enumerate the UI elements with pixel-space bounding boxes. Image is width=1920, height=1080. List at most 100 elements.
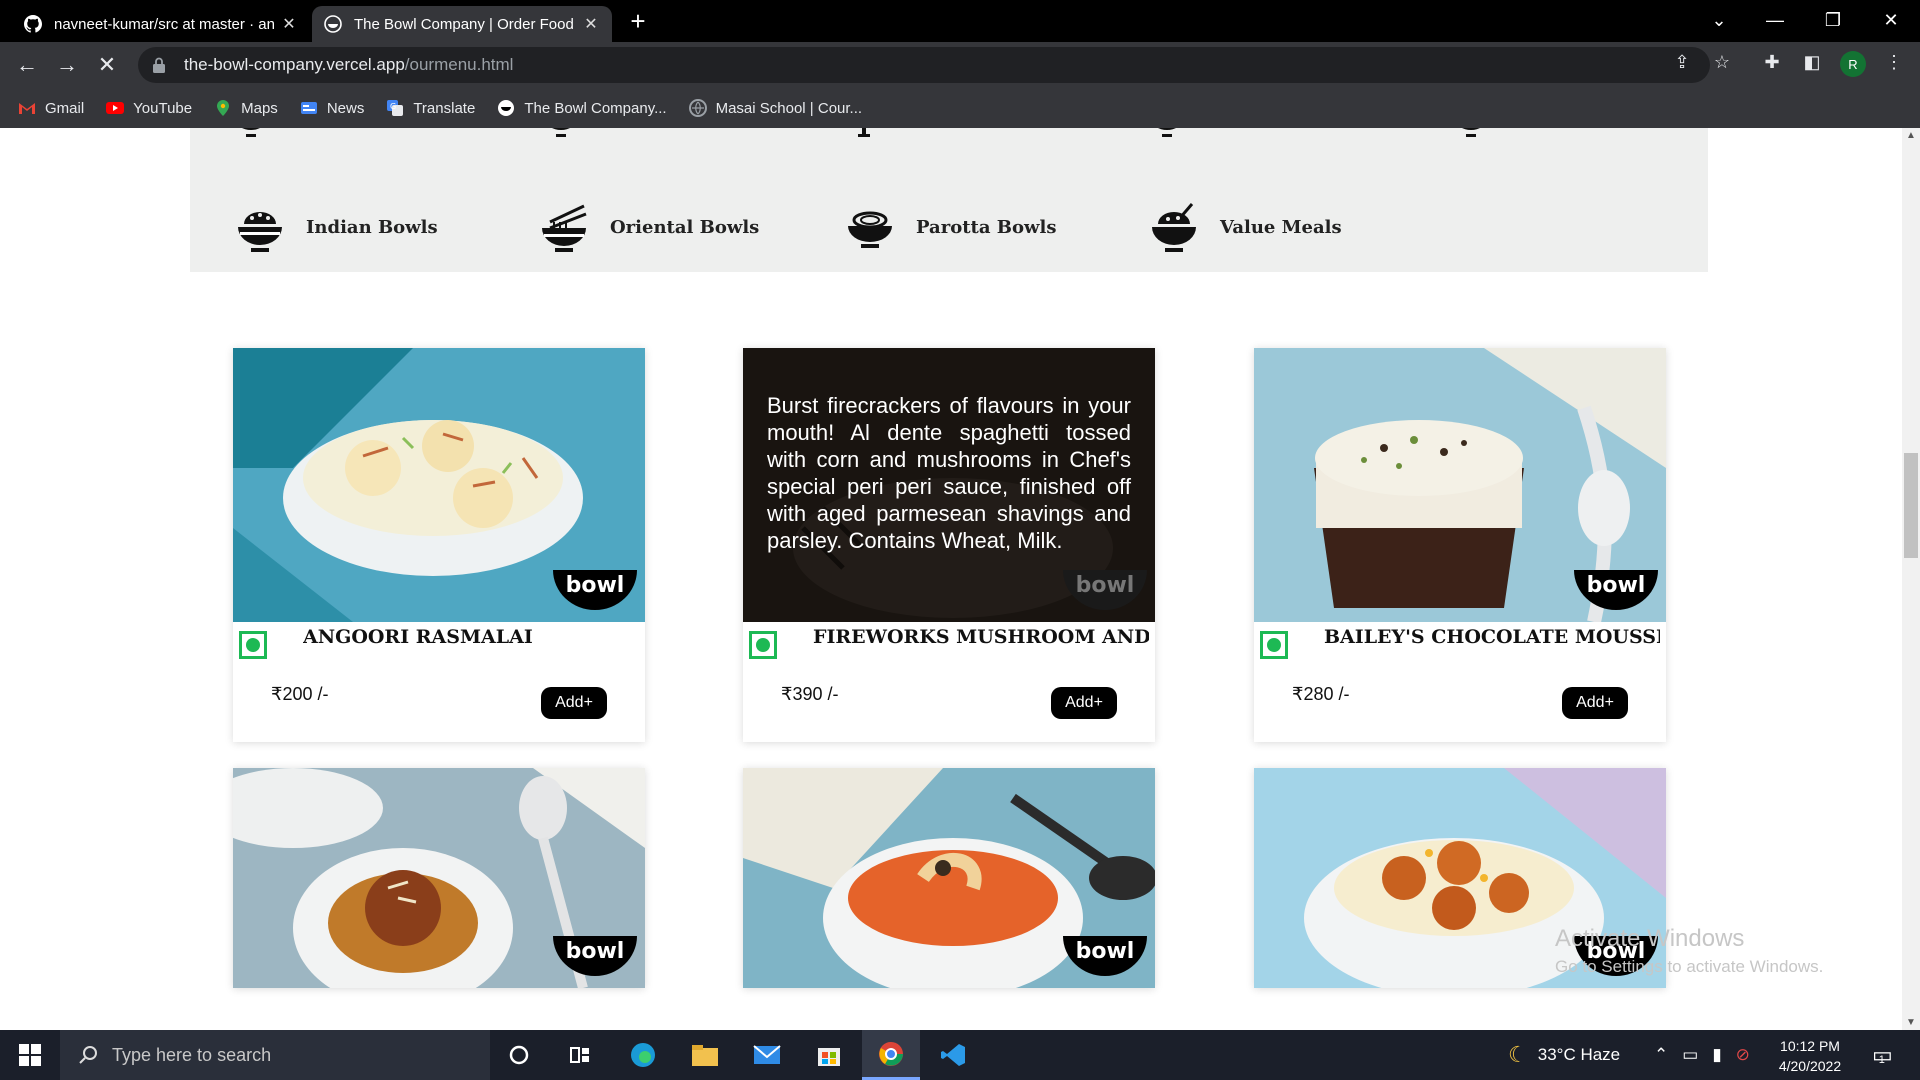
bookmark-bowl-company[interactable]: The Bowl Company... <box>497 99 667 117</box>
tab-search-chevron-icon[interactable]: ⌄ <box>1690 0 1748 40</box>
clock-date: 4/20/2022 <box>1778 1058 1842 1074</box>
cortana-icon[interactable] <box>490 1030 548 1080</box>
translate-icon: G <box>387 100 404 116</box>
bookmark-label: Gmail <box>45 99 85 117</box>
url-host: the-bowl-company.vercel.app <box>184 55 405 74</box>
food-photo-mousse: bowl <box>1254 348 1666 622</box>
folder-icon <box>692 1045 718 1066</box>
maps-icon <box>217 100 230 116</box>
bowl-company-favicon <box>324 15 342 33</box>
restore-button[interactable]: ❐ <box>1804 0 1862 40</box>
bowl-company-logo: bowl <box>1063 936 1147 976</box>
add-to-cart-button[interactable]: Add+ <box>1051 687 1117 719</box>
item-price: ₹280 /- <box>1292 684 1350 704</box>
share-icon[interactable]: ⇪ <box>1670 50 1694 74</box>
search-icon <box>79 1046 97 1064</box>
masai-icon <box>688 99 707 117</box>
file-explorer-icon[interactable] <box>676 1030 734 1080</box>
food-photo-gajar-halwa: bowl <box>743 768 1155 988</box>
category-parotta-bowls[interactable]: Parotta Bowls <box>846 200 1056 254</box>
bookmark-label: The Bowl Company... <box>524 99 667 117</box>
extensions-puzzle-icon[interactable]: ✚ <box>1760 50 1784 74</box>
windows-taskbar: Type here to search ☾ 33°C Haze ⌃ ▭ ▮ ⊘ … <box>0 1030 1920 1080</box>
tab-close-icon[interactable]: ✕ <box>280 14 298 34</box>
vscode-icon[interactable] <box>924 1030 982 1080</box>
notification-center[interactable]: ▭ 1 <box>1872 1030 1893 1080</box>
start-button[interactable] <box>0 1030 60 1080</box>
bookmark-star-icon[interactable]: ☆ <box>1710 50 1734 74</box>
back-button[interactable]: ← <box>12 50 42 80</box>
chrome-taskbar-icon[interactable] <box>862 1030 920 1080</box>
bookmark-gmail[interactable]: Gmail <box>18 99 84 117</box>
windows-activation-watermark: Activate Windows Go to Settings to activ… <box>1555 925 1823 977</box>
vscode-logo-icon <box>941 1044 965 1066</box>
task-view-icon[interactable] <box>551 1030 609 1080</box>
browser-toolbar: ← → ✕ the-bowl-company.vercel.app/ourmen… <box>0 42 1920 88</box>
tab-close-icon[interactable]: ✕ <box>582 14 600 34</box>
logo-text: bowl <box>1076 939 1135 964</box>
weather-text: 33°C Haze <box>1537 1045 1621 1064</box>
tray-chevron-up-icon[interactable]: ⌃ <box>1654 1045 1668 1065</box>
bookmark-label: Maps <box>241 99 278 117</box>
address-bar[interactable]: the-bowl-company.vercel.app/ourmenu.html <box>138 47 1710 83</box>
network-off-icon[interactable]: ⊘ <box>1736 1045 1750 1065</box>
logo-text: bowl <box>1076 573 1135 598</box>
tray-device-icon[interactable]: ▭ <box>1682 1045 1698 1065</box>
menu-card-baileys-mousse[interactable]: bowl BAILEY'S CHOCOLATE MOUSSE ₹280 /- A… <box>1254 348 1666 742</box>
bookmark-youtube[interactable]: YouTube <box>106 99 192 117</box>
category-value-meals[interactable]: Value Meals <box>1150 200 1342 254</box>
mail-icon[interactable] <box>738 1030 796 1080</box>
scroll-up-arrow-icon[interactable]: ▲ <box>1906 130 1916 141</box>
tab-github[interactable]: navneet-kumar/src at master · an ✕ <box>12 6 310 42</box>
weather-widget[interactable]: ☾ 33°C Haze <box>1508 1030 1620 1080</box>
add-to-cart-button[interactable]: Add+ <box>541 687 607 719</box>
menu-card-angoori-rasmalai[interactable]: bowl ANGOORI RASMALAI ₹200 /- Add+ <box>233 348 645 742</box>
page-scrollbar[interactable]: ▲ ▼ <box>1902 128 1920 1030</box>
scrollbar-thumb[interactable] <box>1904 453 1918 558</box>
category-label: Value Meals <box>1220 216 1342 238</box>
edge-browser-icon[interactable] <box>614 1030 672 1080</box>
chrome-logo-icon <box>879 1041 903 1066</box>
cut-off-bowl-icon <box>242 128 260 137</box>
bookmark-news[interactable]: News <box>300 99 365 117</box>
parotta-bowl-icon <box>848 211 892 248</box>
logo-text: bowl <box>1587 573 1646 598</box>
category-label: Parotta Bowls <box>916 216 1057 238</box>
bowl-company-logo: bowl <box>1063 570 1147 610</box>
scroll-down-arrow-icon[interactable]: ▼ <box>1906 1017 1916 1028</box>
tab-title: navneet-kumar/src at master · an <box>54 15 275 33</box>
cut-off-bowl-icon <box>1462 128 1480 137</box>
taskbar-search-box[interactable]: Type here to search <box>60 1030 490 1080</box>
side-panel-icon[interactable]: ◧ <box>1800 50 1824 74</box>
bowl-company-favicon <box>498 100 515 116</box>
minimize-button[interactable]: — <box>1746 0 1804 40</box>
bookmark-masai-school[interactable]: Masai School | Cour... <box>688 99 862 117</box>
close-window-button[interactable]: ✕ <box>1862 0 1920 40</box>
bookmark-maps[interactable]: Maps <box>214 99 278 117</box>
tab-bowl-company[interactable]: The Bowl Company | Order Food ✕ <box>312 6 612 42</box>
profile-avatar[interactable]: R <box>1840 51 1866 77</box>
forward-button[interactable]: → <box>52 50 82 80</box>
taskbar-clock[interactable]: 10:12 PM 4/20/2022 <box>1762 1036 1858 1076</box>
menu-card-gulab-jamun[interactable]: bowl <box>233 768 645 988</box>
bookmark-translate[interactable]: G Translate <box>386 99 475 117</box>
add-to-cart-button[interactable]: Add+ <box>1562 687 1628 719</box>
item-price: ₹390 /- <box>781 684 839 704</box>
new-tab-button[interactable]: + <box>624 8 652 36</box>
veg-indicator-icon <box>749 631 777 659</box>
microsoft-store-icon[interactable] <box>800 1030 858 1080</box>
meal-bowl-icon <box>1152 203 1196 252</box>
windows-logo-icon <box>19 1044 41 1066</box>
stop-loading-button[interactable]: ✕ <box>92 50 122 80</box>
battery-icon[interactable]: ▮ <box>1712 1045 1721 1065</box>
menu-card-fireworks-mushroom[interactable]: Burst firecrackers of flavours in your m… <box>743 348 1155 742</box>
item-name: ANGOORI RASMALAI <box>303 626 533 648</box>
bookmark-label: News <box>326 99 365 117</box>
category-indian-bowls[interactable]: Indian Bowls <box>236 200 438 254</box>
watermark-line1: Activate Windows <box>1555 925 1745 952</box>
task-view-glyph-icon <box>570 1047 589 1063</box>
menu-card-gajar-halwa[interactable]: bowl <box>743 768 1155 988</box>
logo-text: bowl <box>566 939 625 964</box>
category-oriental-bowls[interactable]: Oriental Bowls <box>540 200 759 254</box>
chrome-menu-icon[interactable]: ⋮ <box>1882 50 1906 74</box>
